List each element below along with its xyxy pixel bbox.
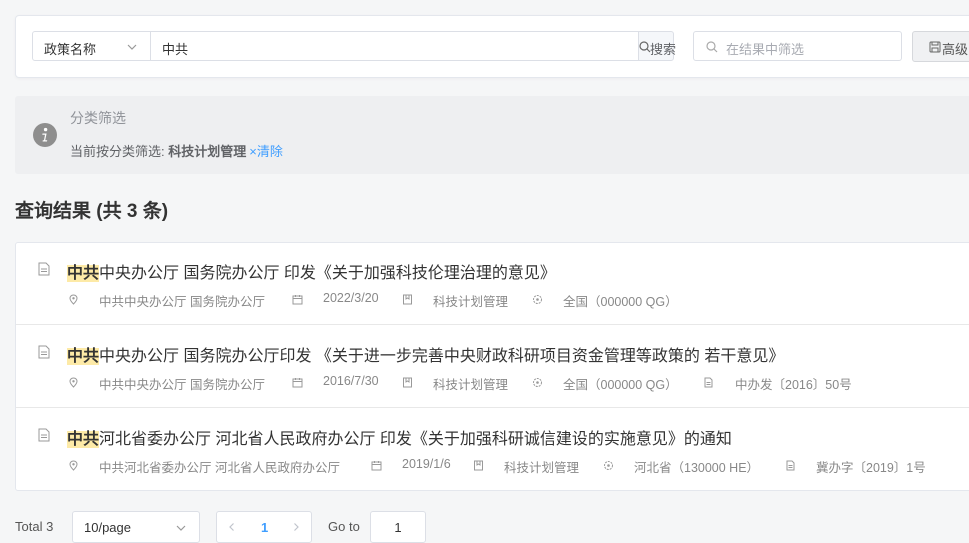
advanced-search-button[interactable]: 高级 — [912, 31, 969, 62]
filter-in-results-input[interactable]: 在结果中筛选 — [693, 31, 902, 61]
save-icon — [929, 41, 941, 53]
category-filter-title: 分类筛选 — [70, 110, 126, 126]
bookmark-icon — [403, 377, 412, 388]
bookmark-icon — [474, 460, 483, 471]
category-filter-prefix: 当前按分类筛选: — [70, 144, 169, 159]
result-item: 中共中央办公厅 国务院办公厅 印发《关于加强科技伦理治理的意见》 中共中央办公厅… — [16, 243, 969, 325]
result-doc-number: 冀办字〔2019〕1号 — [816, 461, 926, 475]
result-date: 2022/3/20 — [323, 291, 379, 305]
result-category: 科技计划管理 — [433, 295, 509, 309]
pagination-total: Total 3 — [15, 519, 54, 534]
search-field-select-value: 政策名称 — [44, 42, 97, 57]
keyword-highlight: 中共 — [67, 265, 100, 282]
globe-icon — [604, 461, 613, 470]
advanced-search-label: 高级 — [942, 42, 969, 57]
result-item: 中共河北省委办公厅 河北省人民政府办公厅 印发《关于加强科研诚信建设的实施意见》… — [16, 409, 969, 491]
result-date: 2016/7/30 — [323, 374, 379, 388]
result-category: 科技计划管理 — [504, 461, 580, 475]
search-field-select[interactable]: 政策名称 — [32, 31, 151, 61]
result-title-text: 河北省委办公厅 河北省人民政府办公厅 印发《关于加强科研诚信建设的实施意见》的通… — [99, 431, 732, 448]
bookmark-icon — [403, 294, 412, 305]
result-region: 河北省（130000 HE） — [634, 461, 760, 475]
keyword-input-value: 中共 — [162, 42, 189, 57]
page-size-value: 10/page — [84, 520, 131, 535]
results-list: 中共中央办公厅 国务院办公厅 印发《关于加强科技伦理治理的意见》 中共中央办公厅… — [15, 242, 969, 491]
document-icon — [38, 345, 50, 359]
goto-page-input[interactable]: 1 — [370, 511, 426, 543]
results-heading: 查询结果 (共 3 条) — [15, 201, 169, 222]
result-title-link[interactable]: 中共中央办公厅 国务院办公厅 印发《关于加强科技伦理治理的意见》 — [67, 259, 556, 283]
search-icon — [706, 41, 718, 53]
search-bar: 政策名称 中共 搜索 在结果中筛选 高级 — [15, 15, 969, 78]
keyword-highlight: 中共 — [67, 348, 100, 365]
calendar-icon — [292, 378, 303, 388]
info-icon — [33, 123, 57, 147]
category-filter-value: 科技计划管理 — [168, 144, 247, 159]
search-button[interactable]: 搜索 — [638, 31, 677, 61]
page-navigator: 1 — [216, 511, 312, 543]
result-title-text: 中央办公厅 国务院办公厅印发 《关于进一步完善中央财政科研项目资金管理等政策的 … — [99, 348, 785, 365]
chevron-down-icon — [176, 525, 186, 531]
result-doc-number: 中办发〔2016〕50号 — [735, 378, 852, 392]
result-category: 科技计划管理 — [433, 378, 509, 392]
location-icon — [69, 460, 78, 471]
filter-input-placeholder: 在结果中筛选 — [726, 42, 805, 57]
category-filter-line: 当前按分类筛选: 科技计划管理 ×清除 — [70, 141, 283, 160]
current-page-number[interactable]: 1 — [261, 520, 268, 535]
close-icon[interactable]: × — [249, 144, 257, 159]
chevron-right-icon[interactable] — [291, 522, 301, 532]
document-icon — [38, 262, 50, 276]
location-icon — [69, 377, 78, 388]
pagination: Total 3 10/page 1 Go to 1 — [0, 511, 969, 543]
goto-page-value: 1 — [394, 520, 402, 535]
search-button-label: 搜索 — [650, 42, 677, 57]
calendar-icon — [292, 295, 303, 305]
globe-icon — [533, 378, 542, 387]
result-region: 全国（000000 QG） — [563, 378, 678, 392]
clear-filter-link[interactable]: 清除 — [257, 144, 283, 159]
result-title-text: 中央办公厅 国务院办公厅 印发《关于加强科技伦理治理的意见》 — [99, 265, 556, 282]
result-issuer: 中共中央办公厅 国务院办公厅 — [99, 378, 265, 392]
location-icon — [69, 294, 78, 305]
document-number-icon — [786, 460, 795, 471]
result-title-link[interactable]: 中共河北省委办公厅 河北省人民政府办公厅 印发《关于加强科研诚信建设的实施意见》… — [67, 425, 732, 449]
result-item: 中共中央办公厅 国务院办公厅印发 《关于进一步完善中央财政科研项目资金管理等政策… — [16, 326, 969, 408]
result-issuer: 中共中央办公厅 国务院办公厅 — [99, 295, 265, 309]
page-size-select[interactable]: 10/page — [72, 511, 200, 543]
result-region: 全国（000000 QG） — [563, 295, 678, 309]
category-filter-panel: 分类筛选 当前按分类筛选: 科技计划管理 ×清除 — [15, 96, 969, 174]
result-date: 2019/1/6 — [402, 457, 451, 471]
keyword-input[interactable]: 中共 — [151, 31, 639, 61]
document-number-icon — [704, 377, 713, 388]
document-icon — [38, 428, 50, 442]
keyword-highlight: 中共 — [67, 431, 100, 448]
chevron-down-icon — [127, 44, 137, 50]
result-title-link[interactable]: 中共中央办公厅 国务院办公厅印发 《关于进一步完善中央财政科研项目资金管理等政策… — [67, 342, 784, 366]
calendar-icon — [371, 461, 382, 471]
goto-label: Go to — [328, 519, 360, 534]
chevron-left-icon[interactable] — [227, 522, 237, 532]
globe-icon — [533, 295, 542, 304]
result-issuer: 中共河北省委办公厅 河北省人民政府办公厅 — [99, 461, 340, 475]
